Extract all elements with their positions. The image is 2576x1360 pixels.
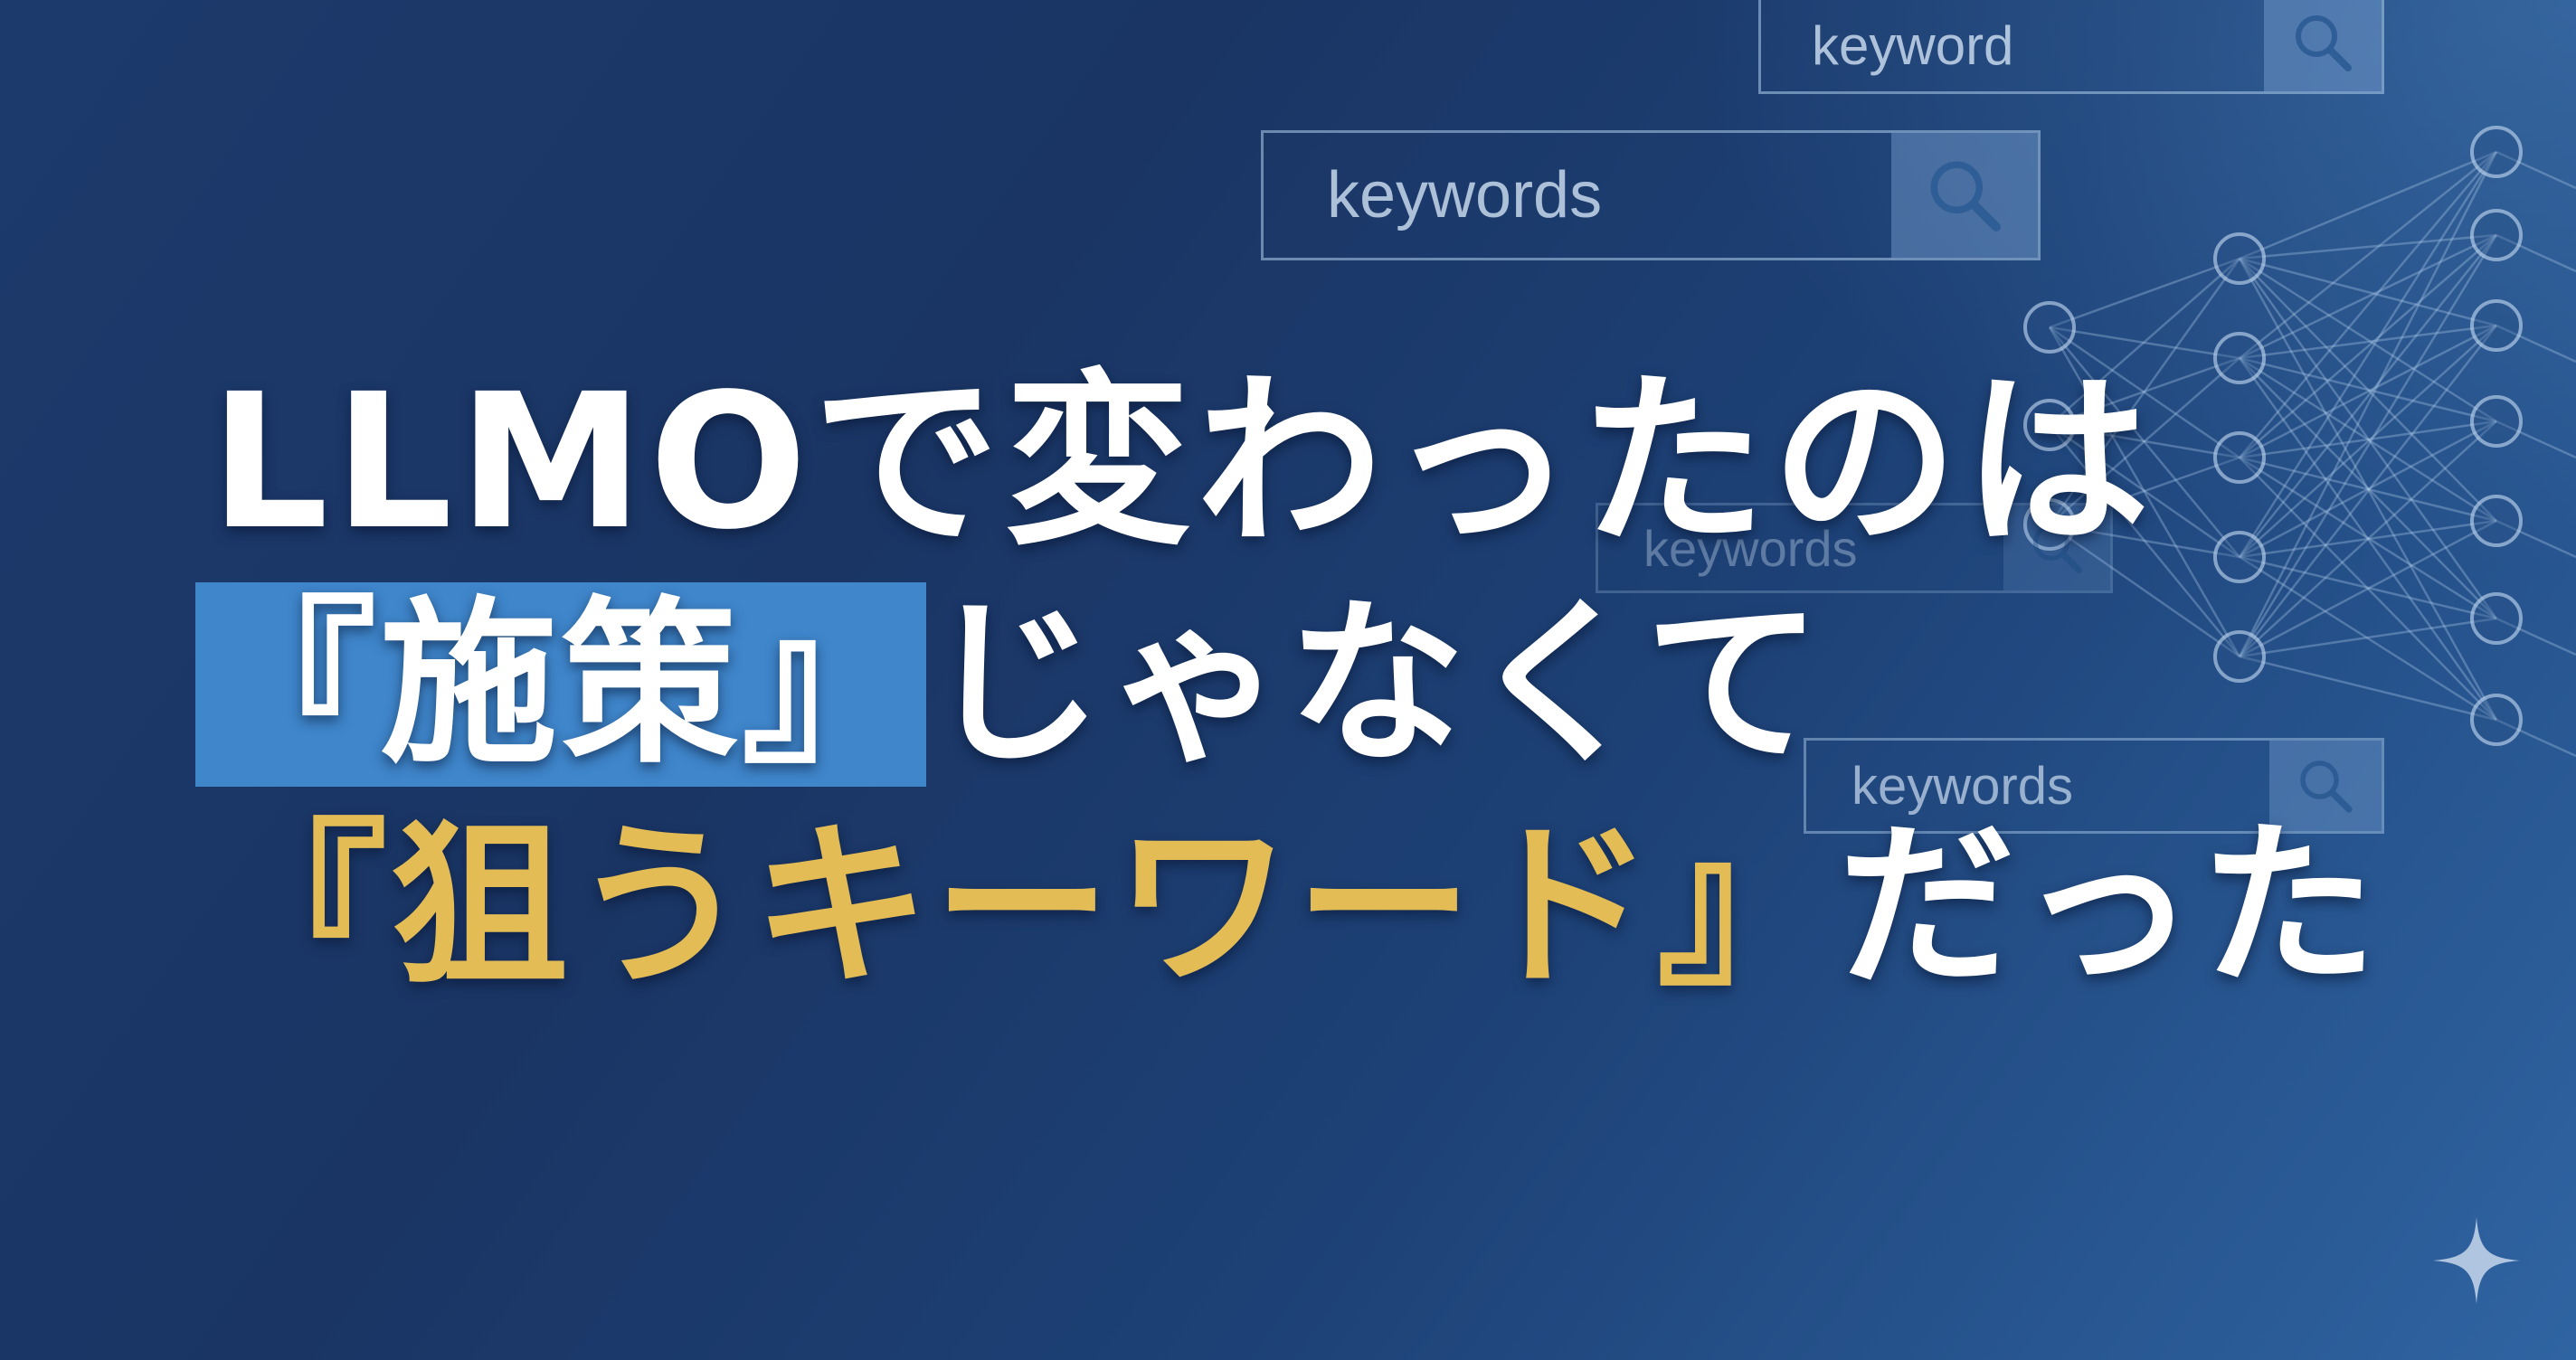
headline-line-2: 『施策』じゃなくて	[195, 573, 2381, 796]
headline-line-3-rest: だった	[1838, 804, 2382, 1010]
search-icon	[1930, 161, 2001, 231]
headline-line-1: LLMOで変わったのは	[210, 354, 2155, 571]
search-box-text: keyword	[1812, 14, 2014, 76]
highlight-box-measures: 『施策』	[195, 582, 927, 787]
headline: LLMOで変わったのは 『施策』じゃなくて 『狙うキーワード』だった	[195, 351, 2381, 1018]
highlight-target-keyword: 『狙うキーワード』	[210, 804, 1839, 1010]
network-node	[2213, 232, 2266, 285]
sparkle-icon	[2433, 1217, 2520, 1304]
network-edge	[2049, 257, 2240, 329]
network-node	[2023, 301, 2076, 354]
headline-line-2-rest: じゃなくて	[926, 581, 1826, 788]
search-box-text: keywords	[1327, 159, 1603, 231]
keywords-search-box: keywords	[1261, 130, 2041, 260]
search-button	[1891, 133, 2038, 258]
headline-line-3: 『狙うキーワード』だった	[210, 796, 2381, 1018]
network-node	[2470, 126, 2523, 178]
search-icon	[2296, 15, 2352, 71]
network-node	[2470, 592, 2523, 645]
thumbnail-canvas: keyword keywords keywords keywords LLMOで…	[0, 0, 2576, 1360]
network-node	[2470, 209, 2523, 261]
network-node	[2470, 395, 2523, 448]
keyword-search-box: keyword	[1758, 0, 2384, 94]
network-node	[2470, 495, 2523, 547]
network-edge	[2239, 150, 2497, 260]
search-button	[2264, 0, 2382, 91]
network-node	[2470, 299, 2523, 352]
network-node	[2470, 694, 2523, 746]
